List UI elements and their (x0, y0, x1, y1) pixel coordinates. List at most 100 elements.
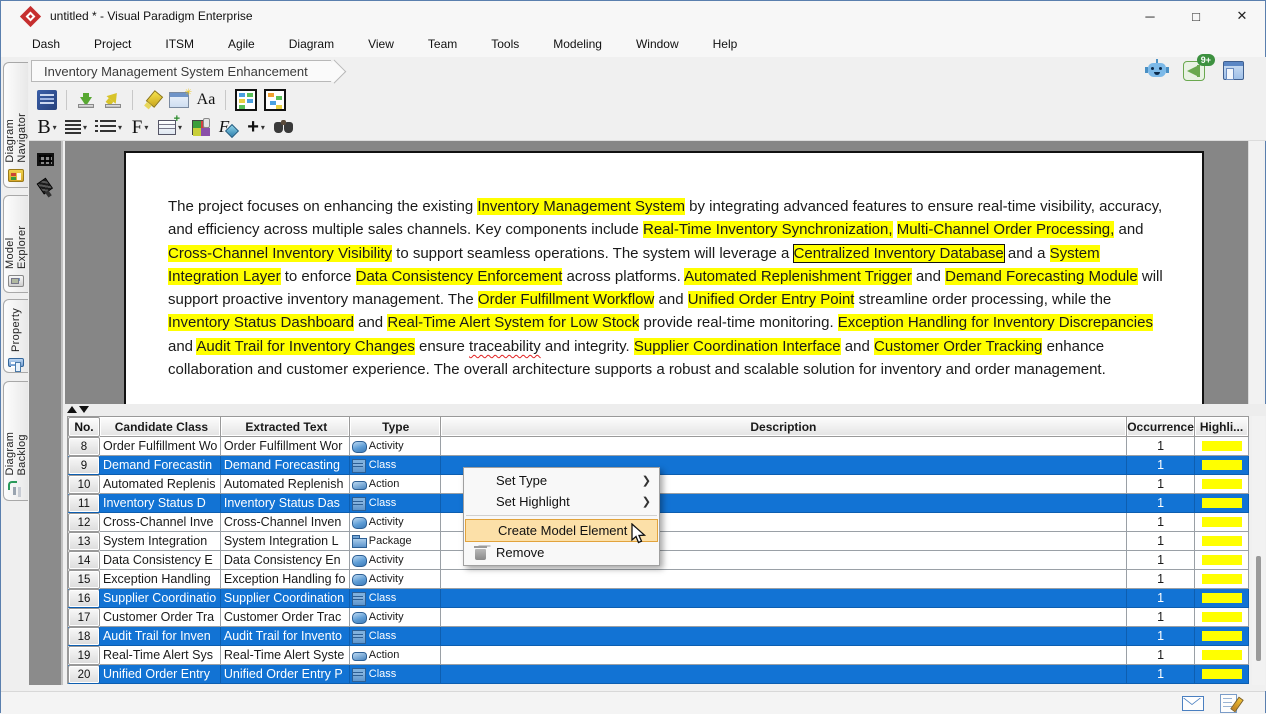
highlight-color-cell[interactable] (1195, 437, 1249, 456)
context-menu-item-set-type[interactable]: Set Type❯ (464, 470, 659, 491)
menu-item-modeling[interactable]: Modeling (536, 33, 619, 55)
candidate-class-cell: Automated Replenis (100, 475, 221, 494)
col-header-candidate[interactable]: Candidate Class (100, 417, 221, 437)
highlight-color-cell[interactable] (1195, 570, 1249, 589)
col-header-highlight[interactable]: Highli... (1195, 417, 1249, 437)
menu-item-itsm[interactable]: ITSM (148, 33, 211, 55)
highlight-color-cell[interactable] (1195, 665, 1249, 684)
table-row[interactable]: 15Exception HandlingException Handling f… (68, 570, 1249, 589)
table-scrollbar-thumb[interactable] (1256, 556, 1261, 661)
row-number-cell[interactable]: 10 (68, 475, 100, 494)
find-binoculars-button[interactable] (272, 115, 296, 139)
highlight-color-cell[interactable] (1195, 608, 1249, 627)
close-button[interactable]: ✕ (1219, 1, 1265, 31)
font-effect-button[interactable]: F (216, 115, 240, 139)
menu-item-label: Set Highlight (496, 494, 642, 509)
new-window-icon[interactable] (167, 88, 191, 112)
maximize-button[interactable]: □ (1173, 1, 1219, 31)
row-number-cell[interactable]: 12 (68, 513, 100, 532)
highlight-color-cell[interactable] (1195, 627, 1249, 646)
highlight-color-cell[interactable] (1195, 494, 1249, 513)
bold-button[interactable]: B▾ (35, 115, 59, 139)
menu-item-dash[interactable]: Dash (15, 33, 77, 55)
row-number-cell[interactable]: 8 (68, 437, 100, 456)
occurrence-cell: 1 (1127, 570, 1195, 589)
col-header-type[interactable]: Type (350, 417, 441, 437)
sidebar-tab-property[interactable]: Property (3, 299, 28, 373)
document-scrollbar[interactable] (1248, 141, 1263, 404)
table-row[interactable]: 20Unified Order EntryUnified Order Entry… (68, 665, 1249, 684)
highlight-color-cell[interactable] (1195, 589, 1249, 608)
insert-table-button[interactable]: ▾ (156, 115, 184, 139)
col-header-extracted[interactable]: Extracted Text (221, 417, 350, 437)
row-number-cell[interactable]: 11 (68, 494, 100, 513)
textual-analysis-doc-icon[interactable] (35, 88, 59, 112)
assistant-robot-icon[interactable] (1145, 59, 1171, 83)
extracted-text-cell: Supplier Coordination (221, 589, 350, 608)
table-row[interactable]: 8Order Fulfillment WoOrder Fulfillment W… (68, 437, 1249, 456)
table-row[interactable]: 19Real-Time Alert SysReal-Time Alert Sys… (68, 646, 1249, 665)
color-palette-button[interactable] (188, 115, 212, 139)
align-button[interactable]: ▾ (63, 115, 89, 139)
extracted-text-cell: Exception Handling fo (221, 570, 350, 589)
highlight-color-cell[interactable] (1195, 513, 1249, 532)
table-row[interactable]: 16Supplier CoordinatioSupplier Coordinat… (68, 589, 1249, 608)
highlighted-term: Automated Replenishment Trigger (684, 268, 912, 285)
add-button[interactable]: +▾ (244, 115, 268, 139)
row-number-cell[interactable]: 15 (68, 570, 100, 589)
highlight-color-cell[interactable] (1195, 456, 1249, 475)
highlight-color-cell[interactable] (1195, 646, 1249, 665)
panel-splitter[interactable] (63, 404, 1266, 416)
font-style-icon[interactable]: Aa (194, 88, 218, 112)
col-header-occurrence[interactable]: Occurrence (1127, 417, 1195, 437)
menu-item-help[interactable]: Help (696, 33, 755, 55)
notes-icon[interactable] (1220, 694, 1237, 713)
row-number-cell[interactable]: 16 (68, 589, 100, 608)
grid-table-icon[interactable] (33, 147, 57, 171)
announcements-icon[interactable]: 9+ (1183, 59, 1209, 83)
diagram-layout-icon[interactable] (262, 88, 288, 112)
highlight-color-cell[interactable] (1195, 475, 1249, 494)
panel-layout-icon[interactable] (1221, 59, 1247, 83)
marker-brush-icon[interactable] (33, 177, 57, 201)
row-number-cell[interactable]: 18 (68, 627, 100, 646)
table-row[interactable]: 18Audit Trail for InvenAudit Trail for I… (68, 627, 1249, 646)
row-number-cell[interactable]: 17 (68, 608, 100, 627)
splitter-up-icon[interactable] (67, 406, 77, 413)
sidebar-tab-diagram-backlog[interactable]: Diagram Backlog (3, 381, 28, 501)
highlight-color-cell[interactable] (1195, 532, 1249, 551)
menu-item-window[interactable]: Window (619, 33, 696, 55)
minimize-button[interactable]: ─ (1127, 1, 1173, 31)
row-number-cell[interactable]: 9 (68, 456, 100, 475)
row-number-cell[interactable]: 14 (68, 551, 100, 570)
highlighter-icon[interactable] (140, 88, 164, 112)
diagram-canvas[interactable]: The project focuses on enhancing the exi… (65, 141, 1248, 404)
sidebar-tab-diagram-navigator[interactable]: Diagram Navigator (3, 62, 28, 188)
font-button[interactable]: F▾ (128, 115, 152, 139)
breadcrumb[interactable]: Inventory Management System Enhancement (31, 60, 331, 82)
row-number-cell[interactable]: 13 (68, 532, 100, 551)
menu-item-view[interactable]: View (351, 33, 411, 55)
table-scrollbar[interactable] (1252, 416, 1265, 685)
row-number-cell[interactable]: 20 (68, 665, 100, 684)
menu-item-diagram[interactable]: Diagram (272, 33, 351, 55)
col-header-description[interactable]: Description (441, 417, 1127, 437)
menu-item-project[interactable]: Project (77, 33, 148, 55)
splitter-down-icon[interactable] (79, 406, 89, 413)
sidebar-tab-model-explorer[interactable]: Model Explorer (3, 195, 28, 293)
table-row[interactable]: 17Customer Order TraCustomer Order TracA… (68, 608, 1249, 627)
menu-item-tools[interactable]: Tools (474, 33, 536, 55)
list-button[interactable]: ▾ (93, 115, 124, 139)
highlight-color-cell[interactable] (1195, 551, 1249, 570)
export-icon[interactable] (101, 88, 125, 112)
import-icon[interactable] (74, 88, 98, 112)
row-number-cell[interactable]: 19 (68, 646, 100, 665)
property-icon (8, 358, 24, 367)
mail-icon[interactable] (1182, 696, 1204, 711)
type-label: Activity (369, 611, 404, 623)
diagram-overview-icon[interactable] (233, 88, 259, 112)
col-header-no[interactable]: No. (68, 417, 100, 437)
context-menu-item-set-highlight[interactable]: Set Highlight❯ (464, 491, 659, 512)
menu-item-agile[interactable]: Agile (211, 33, 272, 55)
menu-item-team[interactable]: Team (411, 33, 474, 55)
